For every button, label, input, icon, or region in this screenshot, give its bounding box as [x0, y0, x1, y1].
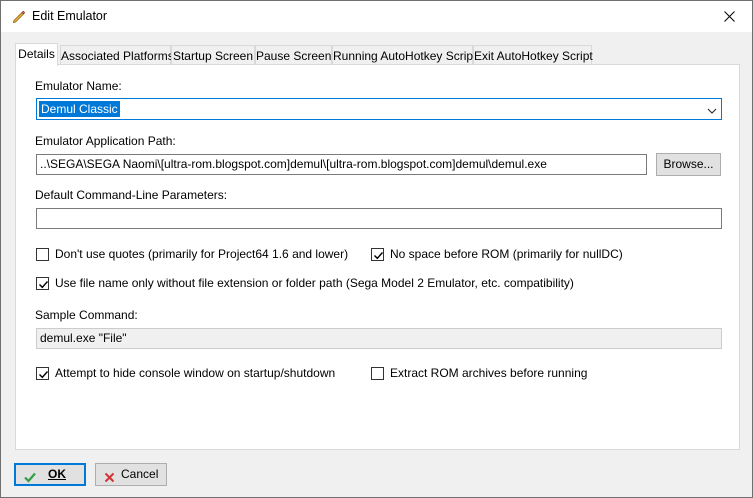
cancel-button[interactable]: Cancel: [95, 463, 167, 486]
close-icon: [104, 469, 115, 489]
close-icon: [724, 11, 735, 22]
tab-running-autohotkey-script[interactable]: Running AutoHotkey Script: [332, 45, 476, 65]
emulator-name-combobox[interactable]: Demul Classic: [36, 98, 722, 120]
checkmark-icon: [39, 371, 49, 379]
sample-command-label: Sample Command:: [35, 308, 138, 322]
tab-pause-screen[interactable]: Pause Screen: [255, 45, 332, 65]
tab-details[interactable]: Details: [15, 43, 58, 66]
no-space-label: No space before ROM (primarily for nullD…: [390, 247, 623, 261]
title-bar: Edit Emulator: [1, 1, 752, 32]
checkmark-icon: [39, 281, 49, 289]
cmdline-input[interactable]: [36, 208, 722, 229]
chevron-down-icon: [707, 104, 717, 118]
pencil-icon: [11, 8, 27, 24]
app-path-input[interactable]: ..\SEGA\SEGA Naomi\[ultra-rom.blogspot.c…: [36, 154, 647, 175]
checkmark-icon: [24, 469, 36, 489]
checkbox-box: [36, 248, 49, 261]
hide-console-label: Attempt to hide console window on startu…: [55, 366, 336, 380]
cancel-label: Cancel: [121, 467, 159, 481]
close-button[interactable]: [706, 1, 752, 32]
window-title: Edit Emulator: [32, 9, 108, 23]
sample-command-field: demul.exe "File": [36, 328, 722, 349]
details-panel: Emulator Name: Demul Classic Emulator Ap…: [15, 64, 740, 450]
file-name-only-label: Use file name only without file extensio…: [55, 276, 574, 290]
no-quotes-label: Don't use quotes (primarily for Project6…: [55, 247, 349, 261]
checkbox-box: [36, 277, 49, 290]
checkbox-box: [371, 367, 384, 380]
app-path-label: Emulator Application Path:: [35, 134, 176, 148]
ok-label: OK: [48, 467, 66, 481]
tab-startup-screen[interactable]: Startup Screen: [171, 45, 255, 65]
checkmark-icon: [374, 252, 384, 260]
checkbox-box: [36, 367, 49, 380]
emulator-name-value: Demul Classic: [39, 101, 120, 117]
extract-rom-label: Extract ROM archives before running: [390, 366, 588, 380]
emulator-name-label: Emulator Name:: [35, 79, 122, 93]
ok-button[interactable]: OK: [14, 463, 86, 486]
tab-associated-platforms[interactable]: Associated Platforms: [60, 45, 174, 65]
cmdline-label: Default Command-Line Parameters:: [35, 188, 228, 202]
browse-button[interactable]: Browse...: [656, 153, 721, 176]
tab-exit-autohotkey-script[interactable]: Exit AutoHotkey Script: [473, 45, 593, 65]
checkbox-box: [371, 248, 384, 261]
edit-emulator-dialog: Edit Emulator Details Associated Platfor…: [0, 0, 753, 498]
